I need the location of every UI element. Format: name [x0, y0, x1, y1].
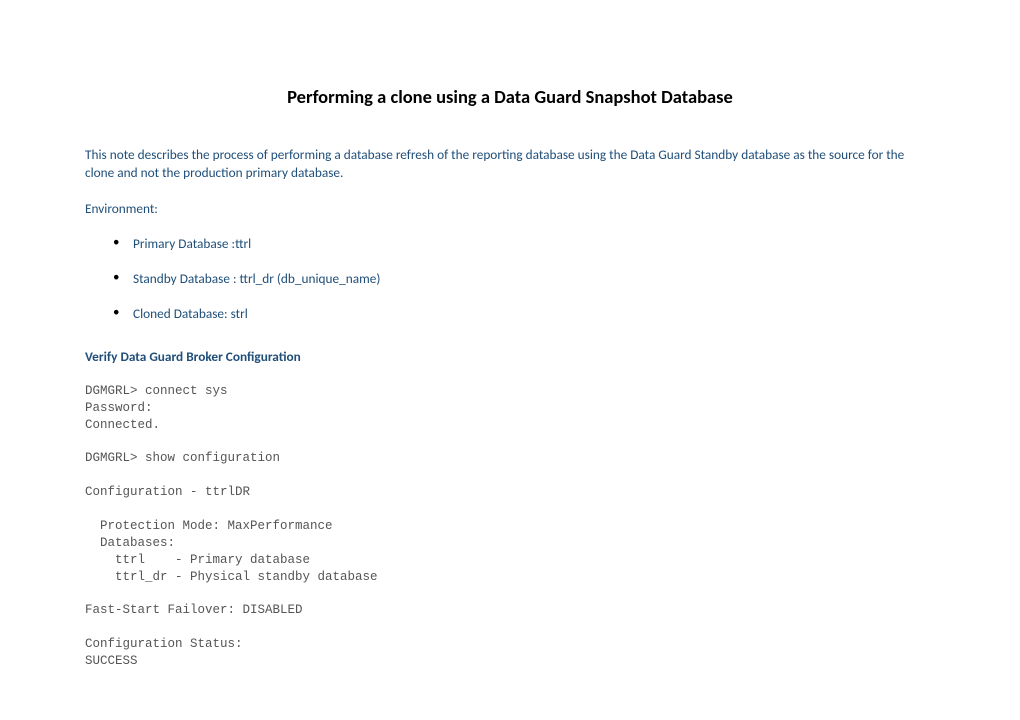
- section-heading: Verify Data Guard Broker Configuration: [85, 348, 935, 365]
- list-item: Cloned Database: strl: [85, 305, 935, 322]
- page-title: Performing a clone using a Data Guard Sn…: [85, 85, 935, 108]
- intro-paragraph: This note describes the process of perfo…: [85, 146, 935, 182]
- document-page: Performing a clone using a Data Guard Sn…: [0, 0, 1020, 670]
- list-item: Primary Database :ttrl: [85, 235, 935, 252]
- code-block: DGMGRL> connect sys Password: Connected.…: [85, 383, 935, 670]
- environment-label: Environment:: [85, 200, 935, 217]
- list-item: Standby Database : ttrl_dr (db_unique_na…: [85, 270, 935, 287]
- environment-list: Primary Database :ttrl Standby Database …: [85, 235, 935, 322]
